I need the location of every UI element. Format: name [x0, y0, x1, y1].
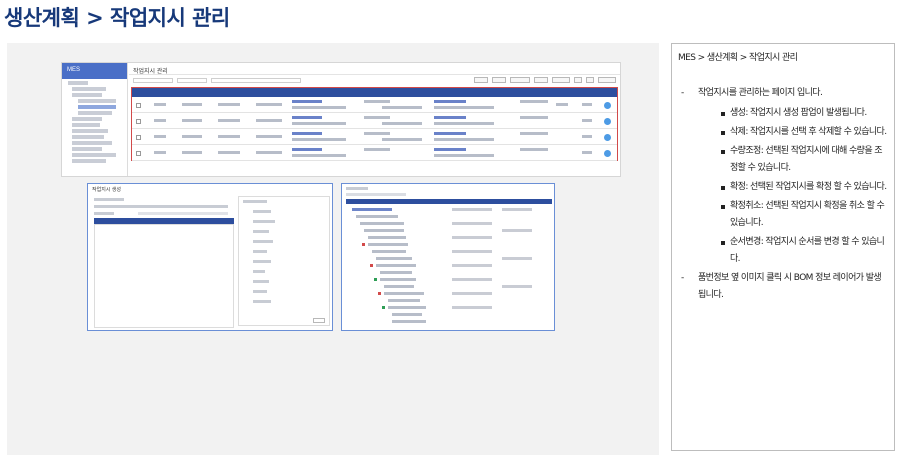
work-order-screenshot: MES 작업지시 관리: [61, 62, 621, 177]
dash-marker: -: [681, 88, 684, 98]
create-popup-screenshot: 작업지시 생성: [87, 183, 333, 331]
function-item: 확정취소: 선택된 작업지시 확정을 취소 할 수 있습니다.: [698, 198, 888, 232]
function-item: 순서변경: 작업지시 순서를 변경 할 수 있습니다.: [698, 234, 888, 268]
breadcrumb: MES > 생산계획 > 작업지시 관리: [678, 53, 798, 63]
screenshot-filter-bar: [129, 75, 620, 85]
function-item: 수량조정: 선택된 작업지시에 대해 수량을 조정할 수 있습니다.: [698, 143, 888, 177]
screenshot-grid-header: [132, 88, 617, 97]
screenshot-grid-row: [132, 145, 617, 161]
function-item: 삭제: 작업지시를 선택 후 삭제할 수 있습니다.: [698, 124, 888, 141]
screenshot-grid: [131, 87, 618, 161]
screenshot-grid-row: [132, 113, 617, 129]
function-item: 생성: 작업지시 생성 팝업이 발생됩니다.: [698, 105, 888, 122]
bom-layer-screenshot: [341, 183, 555, 331]
description-item: - 품번정보 옆 이미지 클릭 시 BOM 정보 레이어가 발생됩니다.: [678, 270, 888, 304]
dash-marker: -: [681, 273, 684, 283]
function-item: 확정: 선택된 작업지시를 확정 할 수 있습니다.: [698, 179, 888, 196]
create-popup-title: 작업지시 생성: [92, 187, 121, 193]
description-item: - 작업지시를 관리하는 페이지 입니다. 생성: 작업지시 생성 팝업이 발생…: [678, 85, 888, 268]
screenshot-sidebar: MES: [62, 63, 128, 176]
description-list: - 작업지시를 관리하는 페이지 입니다. 생성: 작업지시 생성 팝업이 발생…: [678, 85, 888, 304]
screenshot-grid-row: [132, 129, 617, 145]
function-list: 생성: 작업지시 생성 팝업이 발생됩니다. 삭제: 작업지시를 선택 후 삭제…: [698, 105, 888, 268]
screenshot-screen-title: 작업지시 관리: [129, 63, 620, 75]
screenshot-panel: MES 작업지시 관리 작업지시 생성: [7, 43, 659, 455]
description-panel: MES > 생산계획 > 작업지시 관리 - 작업지시를 관리하는 페이지 입니…: [671, 43, 895, 451]
screenshot-main: 작업지시 관리: [129, 63, 620, 176]
screenshot-grid-row: [132, 97, 617, 113]
page-title: 생산계획 > 작업지시 관리: [4, 6, 230, 30]
screenshot-app-name: MES: [62, 63, 127, 79]
